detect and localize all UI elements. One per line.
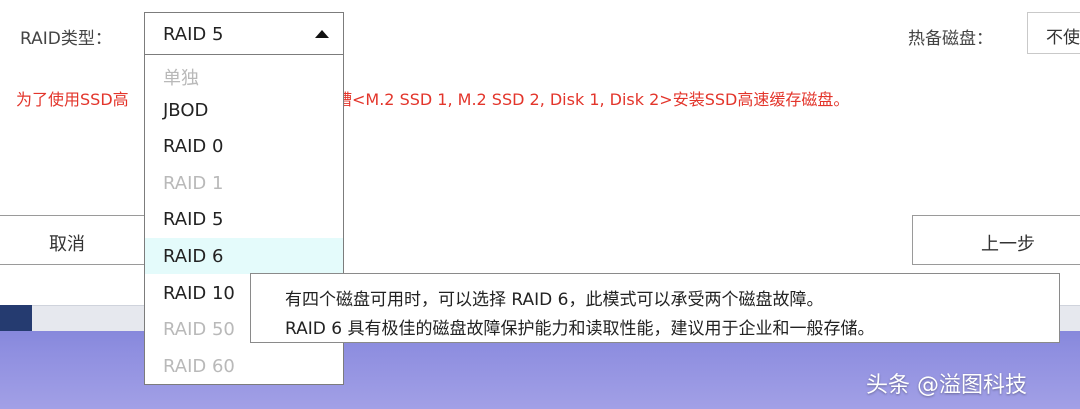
- cancel-button[interactable]: 取消: [0, 215, 156, 265]
- raid-option-single: 单独: [145, 56, 343, 92]
- raid-option-label: 单独: [163, 68, 199, 89]
- previous-step-button-label: 上一步: [981, 234, 1035, 255]
- raid-option-label: RAID 50: [163, 319, 235, 340]
- raid-option-label: RAID 1: [163, 173, 224, 194]
- raid-type-selected-value: RAID 5: [163, 24, 224, 45]
- raid6-tooltip: 有四个磁盘可用时，可以选择 RAID 6，此模式可以承受两个磁盘故障。 RAID…: [250, 273, 1060, 343]
- tooltip-line-1: 有四个磁盘可用时，可以选择 RAID 6，此模式可以承受两个磁盘故障。: [285, 290, 824, 310]
- ssd-warning-text-right: 插槽<M.2 SSD 1, M.2 SSD 2, Disk 1, Disk 2>…: [320, 90, 850, 109]
- watermark-text: 头条 @溢图科技: [866, 373, 1027, 398]
- raid-type-label: RAID类型：: [20, 29, 112, 49]
- cancel-button-label: 取消: [49, 234, 85, 255]
- tooltip-line-2: RAID 6 具有极佳的磁盘故障保护能力和读取性能，建议用于企业和一般存储。: [285, 319, 875, 339]
- hot-spare-label: 热备磁盘：: [908, 29, 993, 49]
- raid-option-raid5[interactable]: RAID 5: [145, 201, 343, 237]
- raid-option-label: RAID 5: [163, 209, 224, 230]
- previous-step-button[interactable]: 上一步: [912, 215, 1080, 265]
- raid-option-label: RAID 10: [163, 283, 235, 304]
- raid-option-raid60: RAID 60: [145, 348, 343, 384]
- raid-option-raid0[interactable]: RAID 0: [145, 128, 343, 164]
- raid-option-raid1: RAID 1: [145, 165, 343, 201]
- caret-up-icon[interactable]: [315, 30, 329, 38]
- raid-type-select[interactable]: RAID 5: [144, 12, 344, 55]
- hot-spare-select[interactable]: 不使: [1027, 12, 1080, 54]
- raid-option-label: JBOD: [163, 100, 209, 121]
- raid-option-label: RAID 0: [163, 136, 224, 157]
- raid-option-label: RAID 60: [163, 356, 235, 377]
- ssd-warning-text-left: 为了使用SSD高: [16, 90, 129, 109]
- raid-option-jbod[interactable]: JBOD: [145, 92, 343, 128]
- hot-spare-value: 不使: [1046, 28, 1080, 48]
- raid-option-raid6[interactable]: RAID 6: [145, 238, 343, 274]
- raid-option-label: RAID 6: [163, 246, 224, 267]
